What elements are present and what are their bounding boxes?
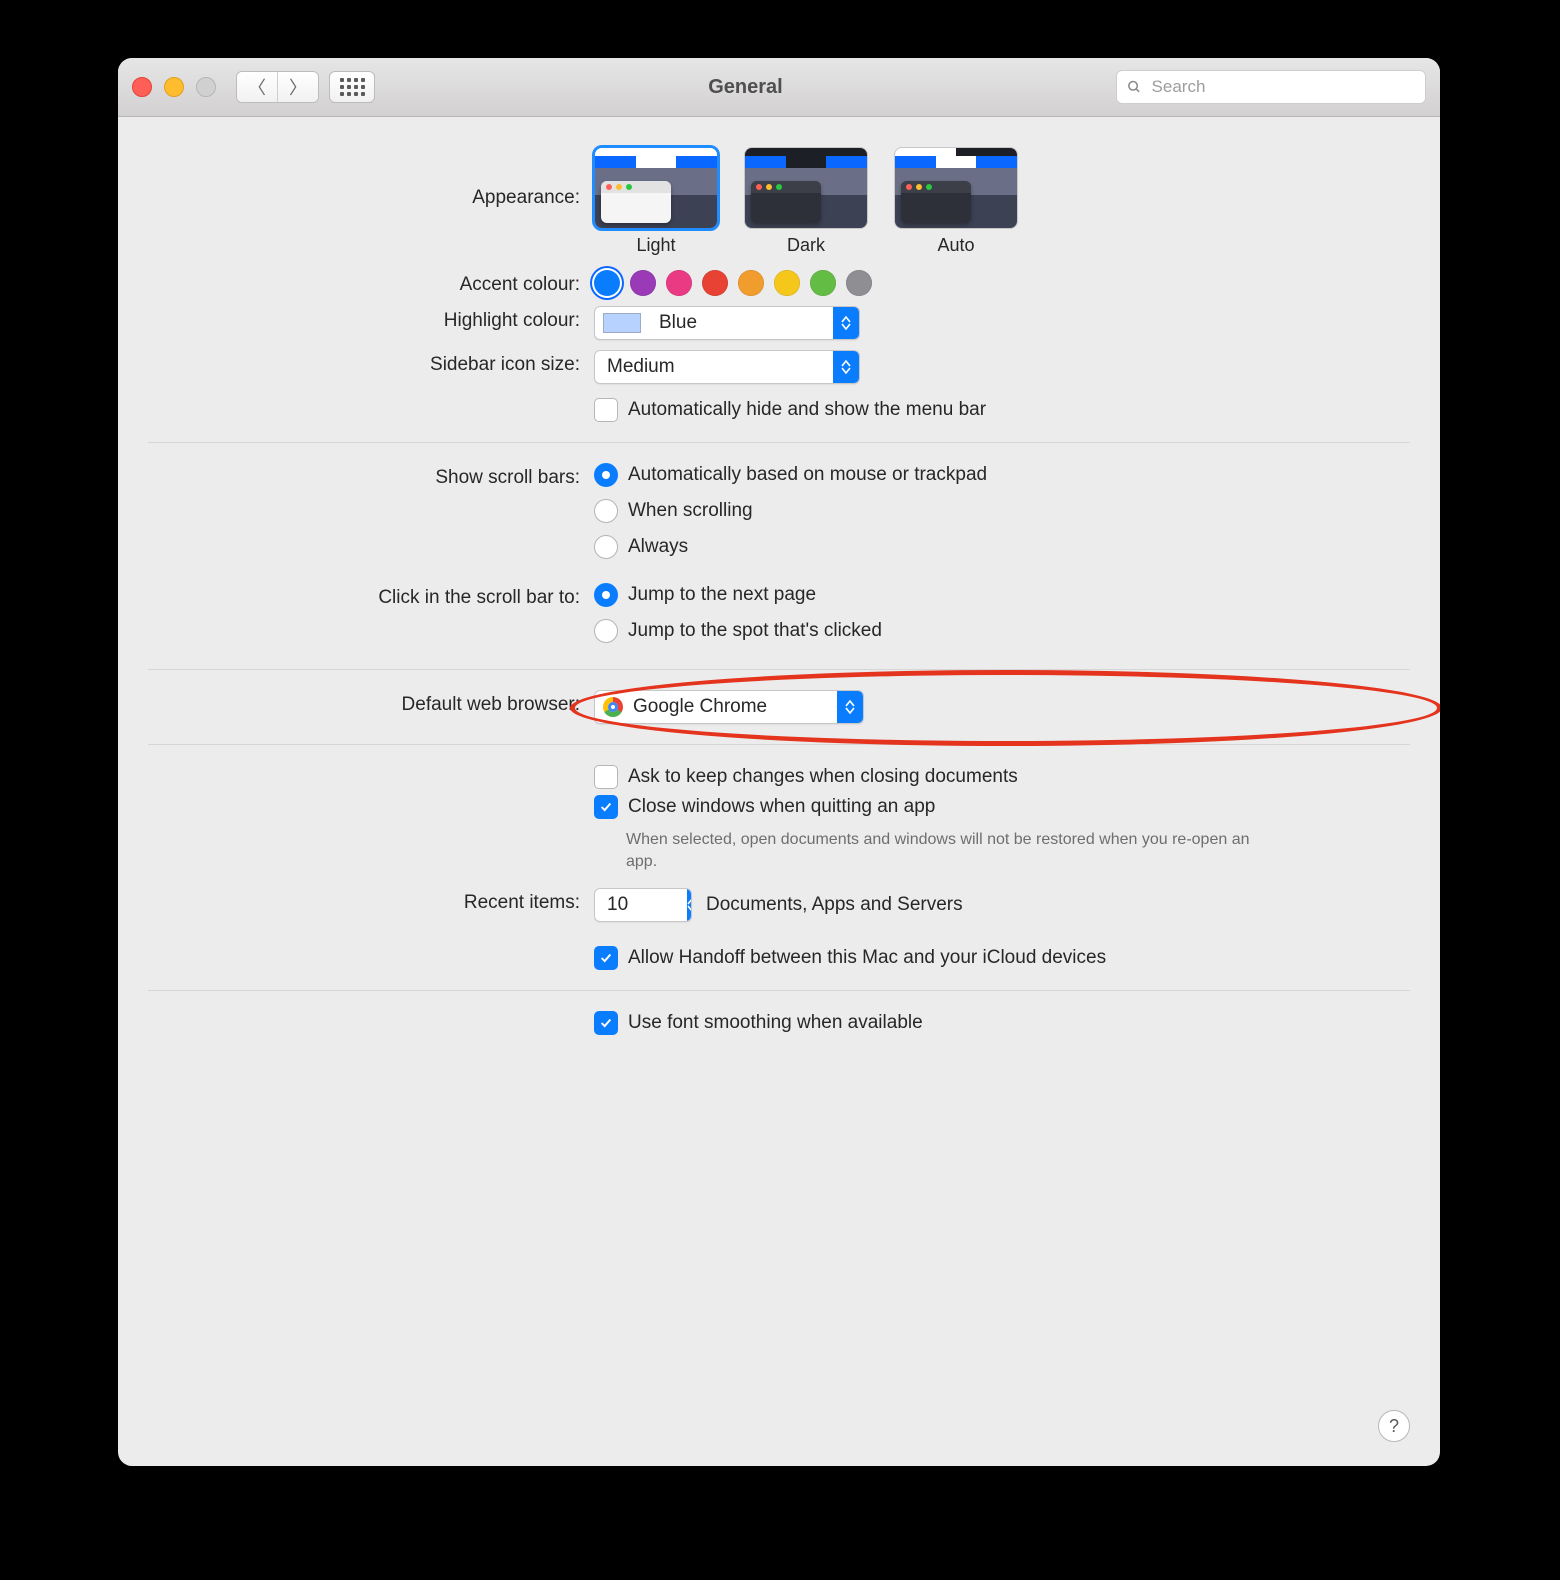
highlight-colour-select[interactable]: Blue: [594, 306, 860, 340]
chevron-updown-icon: [833, 351, 859, 383]
accent-swatch[interactable]: [774, 270, 800, 296]
chevron-right-icon: 〉: [289, 74, 307, 100]
zoom-window-button: [196, 77, 216, 97]
search-input[interactable]: [1150, 76, 1415, 98]
grid-icon: [340, 78, 365, 96]
appearance-option-auto[interactable]: Auto: [894, 147, 1018, 256]
show-scroll-bars-option[interactable]: Always: [594, 535, 1410, 559]
highlight-colour-label: Highlight colour:: [148, 306, 594, 332]
recent-items-label: Recent items:: [148, 888, 594, 914]
titlebar: 〈 〉 General: [118, 58, 1440, 117]
colour-sample: [603, 313, 641, 333]
show-scroll-bars-option[interactable]: When scrolling: [594, 499, 1410, 523]
search-icon: [1127, 79, 1142, 95]
chevron-updown-icon: [833, 307, 859, 339]
appearance-option-dark[interactable]: Dark: [744, 147, 868, 256]
forward-button[interactable]: 〉: [277, 72, 318, 102]
accent-swatch[interactable]: [630, 270, 656, 296]
accent-swatch[interactable]: [738, 270, 764, 296]
accent-colour-swatches: [594, 270, 1410, 296]
accent-swatch[interactable]: [810, 270, 836, 296]
recent-items-suffix: Documents, Apps and Servers: [706, 894, 963, 916]
default-browser-select[interactable]: Google Chrome: [594, 690, 864, 724]
nav-buttons: 〈 〉: [236, 71, 319, 103]
chrome-icon: [603, 697, 623, 717]
scroll-bar-click-option[interactable]: Jump to the next page: [594, 583, 1410, 607]
help-button[interactable]: ?: [1378, 1410, 1410, 1442]
window-controls: [132, 77, 216, 97]
window-title: General: [375, 76, 1116, 99]
preferences-window: 〈 〉 General Appearance: Light: [118, 58, 1440, 1466]
back-button[interactable]: 〈: [237, 72, 277, 102]
content-area: Appearance: Light Dark Auto: [118, 117, 1440, 1035]
accent-colour-label: Accent colour:: [148, 270, 594, 296]
show-all-button[interactable]: [329, 71, 375, 103]
show-scroll-bars-label: Show scroll bars:: [148, 463, 594, 489]
appearance-option-light[interactable]: Light: [594, 147, 718, 256]
search-field[interactable]: [1116, 70, 1426, 104]
minimize-window-button[interactable]: [164, 77, 184, 97]
recent-items-select[interactable]: 10: [594, 888, 692, 922]
chevron-updown-icon: [687, 889, 692, 921]
annotation-circle: Google Chrome: [594, 690, 1410, 724]
sidebar-icon-size-select[interactable]: Medium: [594, 350, 860, 384]
sidebar-icon-size-label: Sidebar icon size:: [148, 350, 594, 376]
show-scroll-bars-option[interactable]: Automatically based on mouse or trackpad: [594, 463, 1410, 487]
auto-hide-menubar-checkbox[interactable]: Automatically hide and show the menu bar: [594, 398, 1410, 422]
close-window-button[interactable]: [132, 77, 152, 97]
chevron-updown-icon: [837, 691, 863, 723]
question-icon: ?: [1389, 1416, 1399, 1437]
accent-swatch[interactable]: [702, 270, 728, 296]
appearance-label: Appearance:: [148, 147, 594, 209]
handoff-checkbox[interactable]: Allow Handoff between this Mac and your …: [594, 946, 1410, 970]
accent-swatch[interactable]: [666, 270, 692, 296]
close-windows-checkbox[interactable]: Close windows when quitting an app: [594, 795, 1410, 819]
ask-keep-changes-checkbox[interactable]: Ask to keep changes when closing documen…: [594, 765, 1410, 789]
scroll-bar-click-option[interactable]: Jump to the spot that's clicked: [594, 619, 1410, 643]
chevron-left-icon: 〈: [248, 74, 266, 100]
accent-swatch[interactable]: [846, 270, 872, 296]
default-browser-label: Default web browser:: [148, 690, 594, 716]
close-windows-hint: When selected, open documents and window…: [626, 829, 1276, 872]
accent-swatch[interactable]: [594, 270, 620, 296]
font-smoothing-checkbox[interactable]: Use font smoothing when available: [594, 1011, 1410, 1035]
scroll-bar-click-label: Click in the scroll bar to:: [148, 583, 594, 609]
